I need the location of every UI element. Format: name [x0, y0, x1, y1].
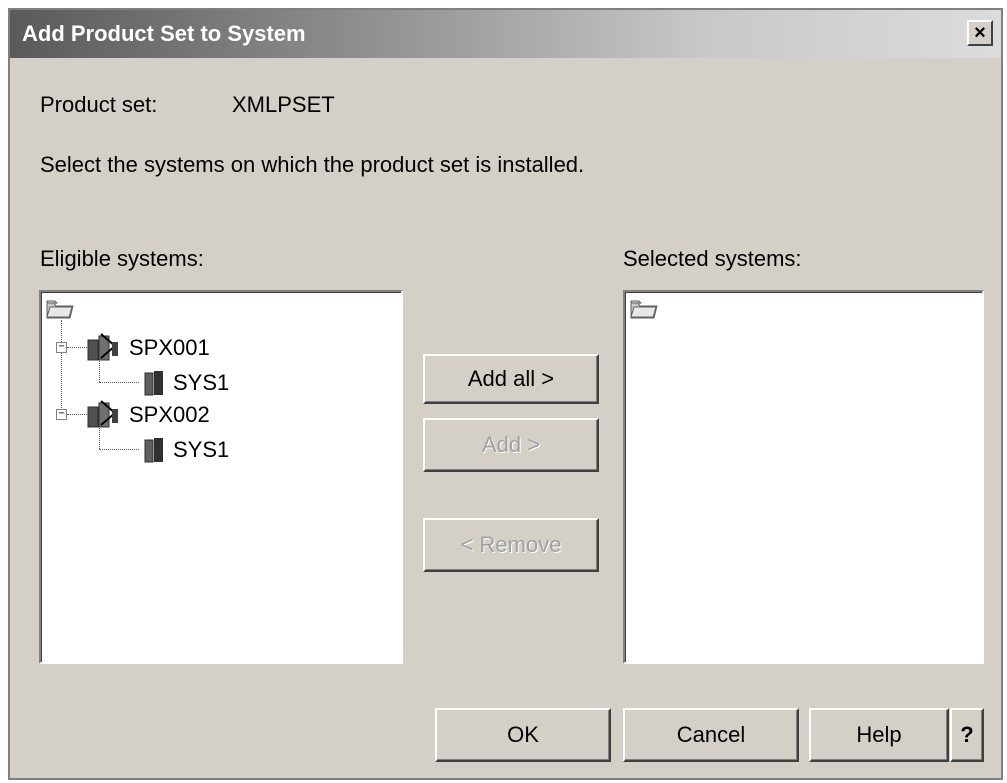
instruction-text: Select the systems on which the product … — [40, 152, 585, 177]
product-set-label: Product set: — [40, 92, 158, 117]
remove-button[interactable]: < Remove — [423, 518, 599, 572]
eligible-systems-label: Eligible systems: — [40, 246, 204, 271]
folder-icon — [630, 300, 658, 319]
selected-systems-tree[interactable] — [623, 290, 984, 664]
folder-icon — [46, 300, 74, 319]
close-button[interactable]: × — [967, 20, 993, 46]
add-button[interactable]: Add > — [423, 418, 599, 472]
selected-systems-label: Selected systems: — [623, 246, 802, 271]
tree-item-spx001[interactable]: SPX001 — [129, 335, 210, 361]
tree-item-sys1[interactable]: SYS1 — [173, 437, 229, 463]
add-all-button[interactable]: Add all > — [423, 354, 599, 404]
ok-button[interactable]: OK — [435, 708, 611, 762]
tree-item-sys1[interactable]: SYS1 — [173, 370, 229, 396]
window-title: Add Product Set to System — [22, 21, 306, 46]
server-group-icon — [87, 400, 118, 428]
tree-connector-line — [99, 449, 139, 450]
help-button[interactable]: Help — [809, 708, 949, 762]
product-set-value: XMLPSET — [232, 92, 335, 117]
context-help-button[interactable]: ? — [950, 708, 984, 762]
eligible-systems-tree[interactable]: − SPX001 SYS1 − SPX002 SYS1 — [39, 290, 403, 664]
tree-connector-line — [61, 320, 62, 414]
close-icon: × — [974, 22, 986, 44]
cancel-button[interactable]: Cancel — [623, 708, 799, 762]
collapse-toggle-spx002[interactable]: − — [56, 409, 67, 420]
system-icon — [144, 371, 163, 396]
collapse-toggle-spx001[interactable]: − — [56, 342, 67, 353]
server-group-icon — [87, 333, 118, 361]
add-product-set-dialog: Add Product Set to System × Product set:… — [8, 8, 1003, 780]
title-bar[interactable]: Add Product Set to System × — [10, 10, 1001, 58]
tree-connector-line — [99, 382, 139, 383]
tree-item-spx002[interactable]: SPX002 — [129, 402, 210, 428]
system-icon — [144, 438, 163, 463]
